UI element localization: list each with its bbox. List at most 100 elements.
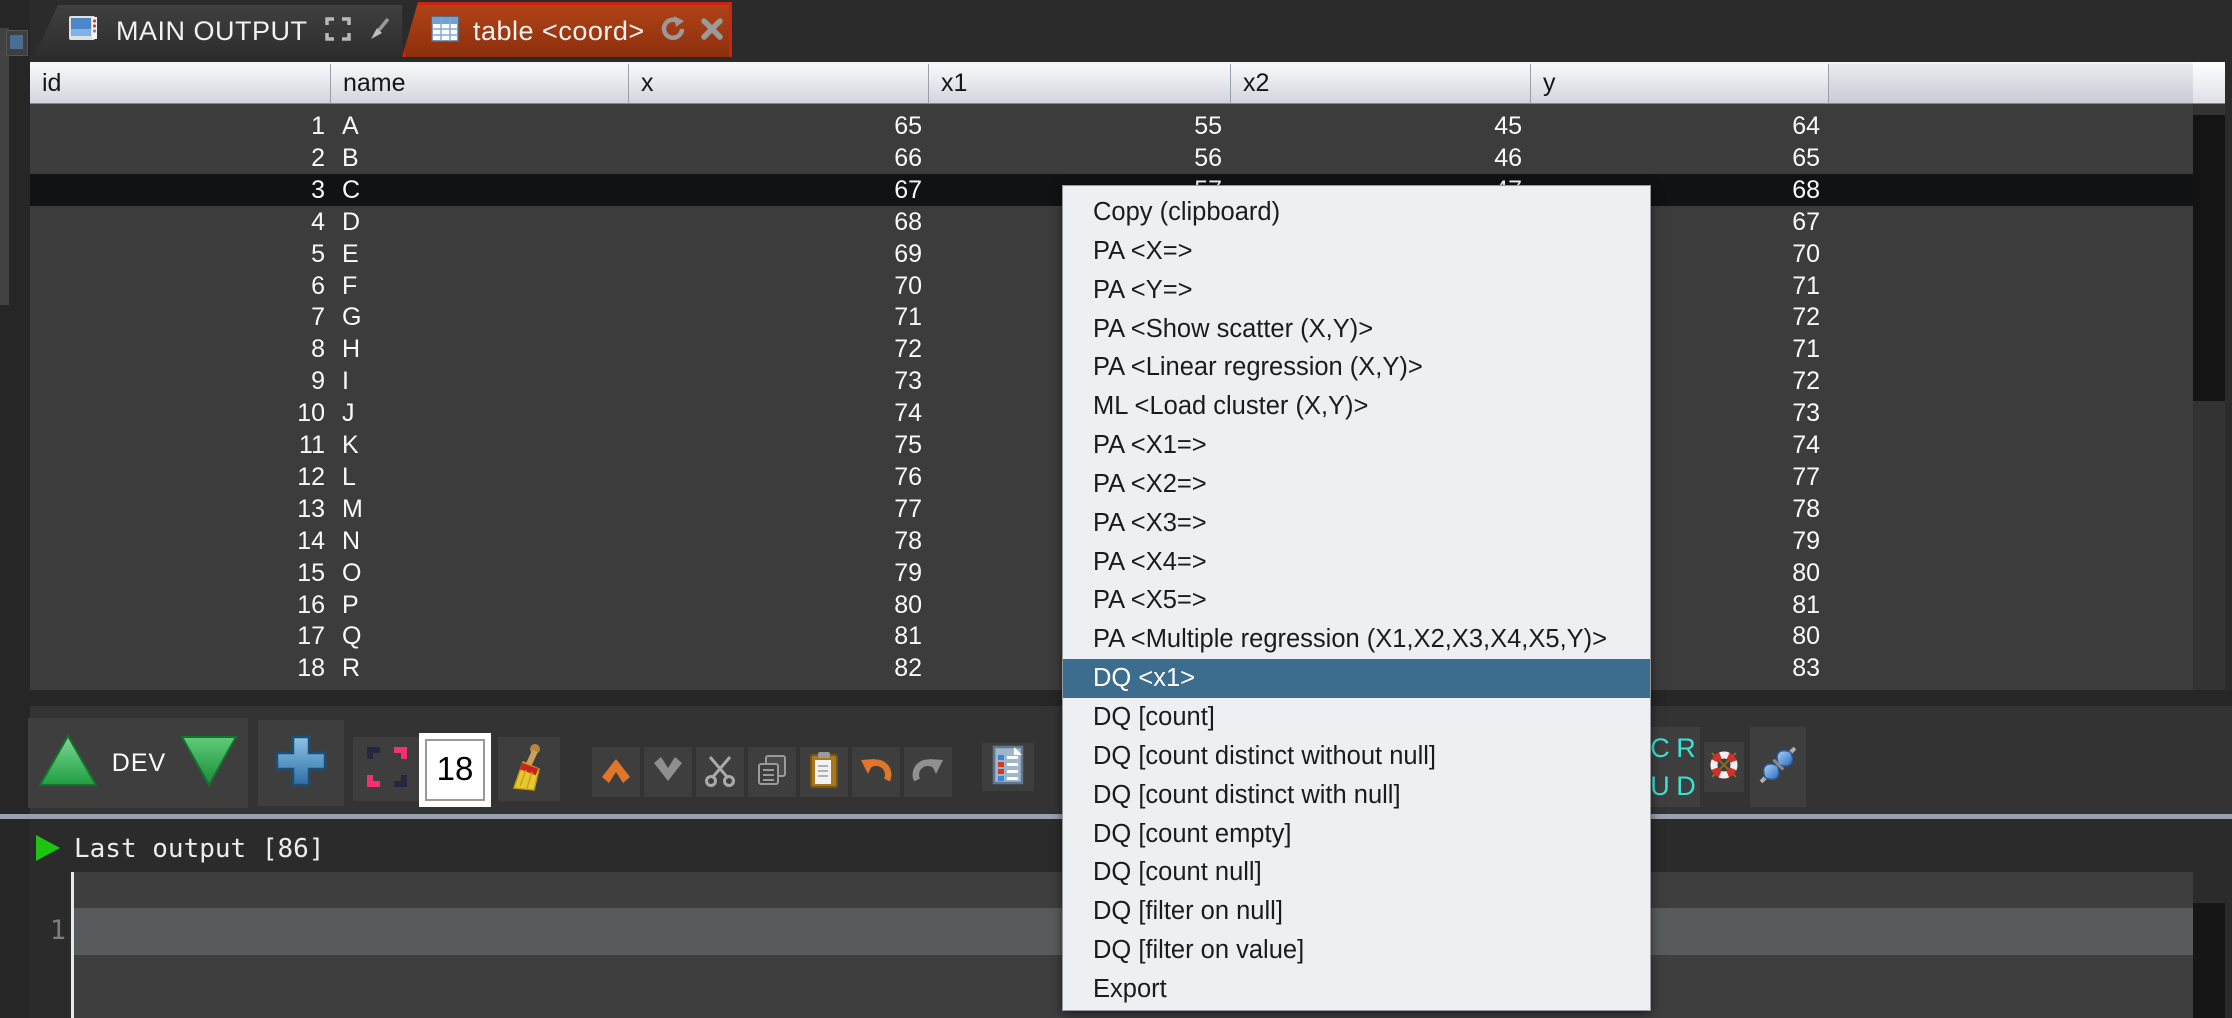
table-vertical-scrollbar[interactable]	[2193, 104, 2225, 690]
cell-id: 9	[30, 365, 325, 397]
menu-item[interactable]: DQ [filter on null]	[1063, 892, 1650, 931]
menu-item[interactable]: PA <X=>	[1063, 232, 1650, 271]
cell-name: N	[342, 525, 622, 557]
cell-name: G	[342, 301, 622, 333]
menu-item[interactable]: PA <X1=>	[1063, 426, 1650, 465]
column-header-x[interactable]: x	[629, 64, 929, 104]
clean-button[interactable]	[498, 737, 560, 801]
cell-id: 5	[30, 238, 325, 270]
menu-item[interactable]: PA <Linear regression (X,Y)>	[1063, 348, 1650, 387]
close-icon[interactable]	[700, 17, 724, 46]
menu-item[interactable]: DQ [count null]	[1063, 853, 1650, 892]
redo-button[interactable]	[904, 747, 952, 797]
cell-x: 66	[630, 142, 922, 174]
move-up-button[interactable]	[592, 747, 640, 797]
paste-button[interactable]	[800, 747, 848, 797]
table-scrollbar-thumb[interactable]	[2193, 115, 2225, 401]
column-header-name[interactable]: name	[331, 64, 629, 104]
cell-x: 69	[630, 238, 922, 270]
cell-name: H	[342, 333, 622, 365]
dev-version-control: DEV	[28, 718, 248, 808]
editor-scrollbar[interactable]	[2193, 903, 2225, 1018]
undo-button[interactable]	[852, 747, 900, 797]
menu-item[interactable]: PA <Y=>	[1063, 271, 1650, 310]
column-header-y[interactable]: y	[1531, 64, 1829, 104]
play-icon	[34, 833, 62, 868]
connection-button[interactable]	[1750, 727, 1806, 807]
table-row[interactable]: 2B66564665	[30, 142, 2193, 174]
menu-item[interactable]: DQ <x1>	[1063, 659, 1650, 698]
cell-id: 13	[30, 493, 325, 525]
cell-name: A	[342, 110, 622, 142]
report-icon	[990, 744, 1026, 791]
menu-item[interactable]: PA <X5=>	[1063, 581, 1650, 620]
cell-id: 14	[30, 525, 325, 557]
selection-size-button[interactable]	[353, 737, 421, 801]
menu-item[interactable]: DQ [filter on value]	[1063, 931, 1650, 970]
version-down-button[interactable]	[178, 733, 240, 794]
cell-y: 64	[1528, 110, 1820, 142]
cell-id: 4	[30, 206, 325, 238]
menu-item[interactable]: ML <Load cluster (X,Y)>	[1063, 387, 1650, 426]
table-row[interactable]: 1A65554564	[30, 110, 2193, 142]
refresh-icon[interactable]	[659, 15, 686, 47]
column-header-filler	[1829, 64, 2193, 104]
left-scrollbar-thumb[interactable]	[0, 28, 9, 305]
menu-item[interactable]: DQ [count]	[1063, 698, 1650, 737]
cell-x: 81	[630, 620, 922, 652]
cell-x: 65	[630, 110, 922, 142]
cell-name: D	[342, 206, 622, 238]
menu-item[interactable]: PA <X3=>	[1063, 504, 1650, 543]
menu-item[interactable]: Copy (clipboard)	[1063, 193, 1650, 232]
cut-button[interactable]	[696, 747, 744, 797]
menu-item[interactable]: PA <Multiple regression (X1,X2,X3,X4,X5,…	[1063, 620, 1650, 659]
add-row-button[interactable]	[258, 720, 344, 806]
cell-id: 3	[30, 174, 325, 206]
cell-name: K	[342, 429, 622, 461]
column-header-x2[interactable]: x2	[1231, 64, 1531, 104]
move-down-button[interactable]	[644, 747, 692, 797]
cell-x: 80	[630, 589, 922, 621]
cell-x: 74	[630, 397, 922, 429]
menu-item[interactable]: Export	[1063, 970, 1650, 1009]
cell-name: I	[342, 365, 622, 397]
menu-item[interactable]: PA <X4=>	[1063, 543, 1650, 582]
table-icon	[431, 16, 459, 47]
cell-id: 18	[30, 652, 325, 684]
redo-icon	[910, 754, 946, 791]
crud-letter-d: D	[1673, 767, 1699, 805]
cell-x: 76	[630, 461, 922, 493]
version-up-button[interactable]	[36, 732, 100, 795]
monitor-icon	[68, 14, 100, 49]
menu-item[interactable]: PA <X2=>	[1063, 465, 1650, 504]
cell-name: F	[342, 270, 622, 302]
fullscreen-icon[interactable]	[324, 16, 352, 47]
cell-name: M	[342, 493, 622, 525]
chevron-up-icon	[598, 755, 634, 790]
report-button[interactable]	[982, 743, 1034, 791]
cell-x: 79	[630, 557, 922, 589]
menu-item[interactable]: DQ [count empty]	[1063, 815, 1650, 854]
cell-id: 6	[30, 270, 325, 302]
row-size-input[interactable]: 18	[425, 739, 485, 801]
tab-main-output[interactable]: MAIN OUTPUT	[34, 5, 402, 57]
cell-name: B	[342, 142, 622, 174]
cell-name: L	[342, 461, 622, 493]
cell-x: 77	[630, 493, 922, 525]
cell-id: 2	[30, 142, 325, 174]
copy-button[interactable]	[748, 747, 796, 797]
column-header-x1[interactable]: x1	[929, 64, 1231, 104]
brush-icon[interactable]	[368, 16, 392, 47]
connector-icon	[1752, 739, 1804, 796]
menu-item[interactable]: DQ [count distinct with null]	[1063, 776, 1650, 815]
menu-item[interactable]: DQ [count distinct without null]	[1063, 737, 1650, 776]
editor-gutter-divider	[71, 872, 74, 1018]
tab-table-coord[interactable]: table <coord>	[402, 2, 732, 57]
table-header: id name x x1 x2 y	[30, 62, 2193, 104]
crud-button[interactable]: C R U D	[1646, 727, 1700, 807]
help-button[interactable]	[1704, 742, 1744, 792]
selection-brackets-icon	[364, 744, 410, 795]
column-header-id[interactable]: id	[30, 64, 331, 104]
crud-letter-r: R	[1673, 729, 1699, 767]
menu-item[interactable]: PA <Show scatter (X,Y)>	[1063, 310, 1650, 349]
